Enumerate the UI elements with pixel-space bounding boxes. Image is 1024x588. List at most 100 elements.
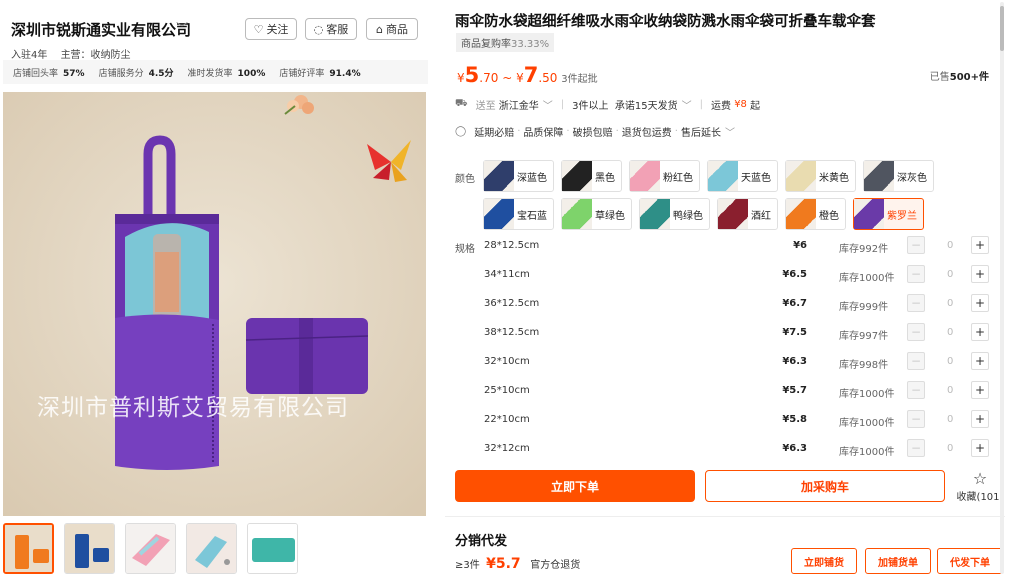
price-high-int: 7 <box>523 63 539 87</box>
quantity-input[interactable]: 0 <box>947 385 953 396</box>
thumbnail-skyblue[interactable] <box>186 523 237 574</box>
minus-button[interactable]: − <box>907 265 925 283</box>
guarantees-row[interactable]: ◯ 延期必赔 · 品质保障 · 破损包赔 · 退货包运费 · 售后延长 ﹀ <box>455 124 735 139</box>
color-option[interactable]: 黑色 <box>561 160 622 192</box>
shop-name[interactable]: 深圳市锐斯通实业有限公司 <box>11 19 191 40</box>
color-option[interactable]: 草绿色 <box>561 198 632 230</box>
color-option[interactable]: 米黄色 <box>785 160 856 192</box>
chat-icon: ◌ <box>313 22 324 36</box>
follow-button[interactable]: ♡ 关注 <box>245 18 297 40</box>
quantity-input[interactable]: 0 <box>947 443 953 454</box>
quantity-input[interactable]: 0 <box>947 269 953 280</box>
min-order: 3件起批 <box>561 74 598 85</box>
plus-button[interactable]: + <box>971 410 989 428</box>
minus-button[interactable]: − <box>907 352 925 370</box>
color-option[interactable]: 紫罗兰 <box>853 198 924 230</box>
plus-button[interactable]: + <box>971 352 989 370</box>
color-option[interactable]: 橙色 <box>785 198 846 230</box>
color-option[interactable]: 宝石蓝 <box>483 198 554 230</box>
service-label: 客服 <box>326 23 349 36</box>
plus-button[interactable]: + <box>971 265 989 283</box>
plus-button[interactable]: + <box>971 381 989 399</box>
add-to-cart-button[interactable]: 加采购车 <box>705 470 945 502</box>
price-high-dec: .50 <box>538 71 558 85</box>
left-panel: 深圳市锐斯通实业有限公司 ﹀ ♡ 关注 ◌ 客服 ⌂ 商品 入驻4年 主营：收纳… <box>0 0 434 588</box>
spec-row: 38*12.5cm ¥7.5 库存997件 −0 + <box>455 319 989 348</box>
chevron-down-icon[interactable]: ﹀ <box>725 124 735 139</box>
color-option[interactable]: 粉红色 <box>629 160 700 192</box>
minus-button[interactable]: − <box>907 294 925 312</box>
dropship-order-button[interactable]: 代发下单 <box>937 548 1003 574</box>
chevron-down-icon[interactable]: ﹀ <box>682 97 692 112</box>
guarantee-item: 延期必赔 <box>474 128 515 139</box>
color-option[interactable]: 酒红 <box>717 198 778 230</box>
thumbnail-pink[interactable] <box>125 523 176 574</box>
thumbnail-teal[interactable] <box>247 523 298 574</box>
minus-button[interactable]: − <box>907 381 925 399</box>
scrollbar-track[interactable] <box>1000 2 1004 574</box>
chevron-down-icon[interactable]: ﹀ <box>176 19 188 36</box>
chevron-down-icon[interactable]: ﹀ <box>543 97 553 112</box>
goods-label: 商品 <box>385 23 408 36</box>
color-option[interactable]: 鸭绿色 <box>639 198 710 230</box>
product-title: 雨伞防水袋超细纤维吸水雨伞收纳袋防溅水雨伞袋可折叠车载伞套 <box>455 14 876 30</box>
buy-now-button[interactable]: 立即下单 <box>455 470 695 502</box>
umbrella-bag-illustration <box>3 92 426 516</box>
distribution-price: ≥3件 ¥5.7 官方仓退货 <box>455 556 580 572</box>
color-option-label: 橙色 <box>819 210 839 222</box>
color-option-label: 深灰色 <box>897 172 927 184</box>
quantity-input[interactable]: 0 <box>947 298 953 309</box>
product-main-image[interactable]: 深圳市普利斯艾贸易有限公司 <box>3 92 426 516</box>
plus-button[interactable]: + <box>971 323 989 341</box>
quantity-input[interactable]: 0 <box>947 327 953 338</box>
color-thumb <box>562 161 592 191</box>
stat-ontime-rate: 准时发货率 100% <box>187 68 266 79</box>
color-thumb <box>484 199 514 229</box>
color-option-label: 天蓝色 <box>741 172 771 184</box>
minus-button[interactable]: − <box>907 236 925 254</box>
shop-stats: 店铺回头率 57% 店铺服务分 4.5分 准时发货率 100% 店铺好评率 91.4% <box>3 60 428 84</box>
ship-to-value[interactable]: 浙江金华 <box>499 97 539 112</box>
plus-button[interactable]: + <box>971 439 989 457</box>
spec-row: 32*10cm ¥6.3 库存998件 −0 + <box>455 348 989 377</box>
color-option-label: 酒红 <box>751 210 771 222</box>
thumbnail-orange[interactable] <box>3 523 54 574</box>
color-option-label: 深蓝色 <box>517 172 547 184</box>
thumb-teal-image <box>248 524 297 573</box>
minus-button[interactable]: − <box>907 439 925 457</box>
color-thumb <box>786 161 816 191</box>
star-icon: ☆ <box>972 469 988 488</box>
distribution-note: 官方仓退货 <box>530 560 581 571</box>
repurchase-badge: 商品复购率33.33% <box>456 33 555 52</box>
minus-button[interactable]: − <box>907 410 925 428</box>
shop-goods-button[interactable]: ⌂ 商品 <box>366 18 418 40</box>
customer-service-button[interactable]: ◌ 客服 <box>305 18 357 40</box>
thumb-pink-image <box>126 524 175 573</box>
repurchase-label: 商品复购率 <box>461 39 511 50</box>
plus-button[interactable]: + <box>971 236 989 254</box>
stock-now-button[interactable]: 立即铺货 <box>791 548 857 574</box>
price-low-dec: .70 <box>479 71 499 85</box>
divider <box>445 516 1005 517</box>
shield-icon: ◯ <box>455 126 467 137</box>
plus-button[interactable]: + <box>971 294 989 312</box>
favorite-button[interactable]: ☆ 收藏(101) <box>955 469 1005 504</box>
repurchase-value: 33.33% <box>511 39 550 50</box>
color-option[interactable]: 天蓝色 <box>707 160 778 192</box>
ship-promise[interactable]: 承诺15天发货 <box>615 97 678 112</box>
color-option[interactable]: 深蓝色 <box>483 160 554 192</box>
quantity-input[interactable]: 0 <box>947 356 953 367</box>
ship-to-label: 送至 <box>475 101 496 112</box>
minus-button[interactable]: − <box>907 323 925 341</box>
quantity-input[interactable]: 0 <box>947 414 953 425</box>
add-stock-list-button[interactable]: 加铺货单 <box>865 548 931 574</box>
thumbnail-blue[interactable] <box>64 523 115 574</box>
color-option-label: 宝石蓝 <box>517 210 547 222</box>
scrollbar-thumb[interactable] <box>1000 6 1004 51</box>
store-icon: ⌂ <box>376 22 383 36</box>
quantity-input[interactable]: 0 <box>947 240 953 251</box>
color-option-label: 紫罗兰 <box>887 210 917 222</box>
color-option[interactable]: 深灰色 <box>863 160 934 192</box>
spec-row: 25*10cm ¥5.7 库存1000件 −0 + <box>455 377 989 406</box>
thumb-skyblue-image <box>187 524 236 573</box>
